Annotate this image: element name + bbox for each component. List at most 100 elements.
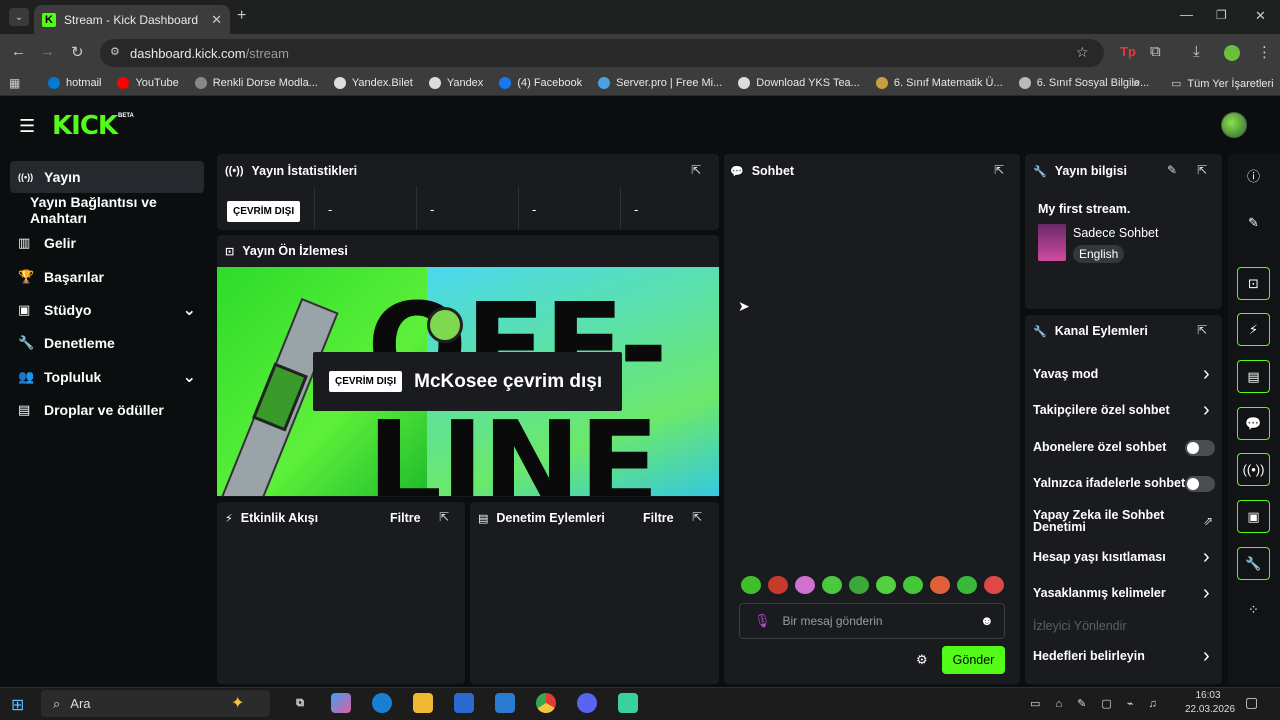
emote-icon[interactable] bbox=[822, 576, 842, 594]
emote-icon[interactable] bbox=[957, 576, 977, 594]
sidebar-item[interactable]: ▣ Stüdyo ⌄ bbox=[10, 294, 204, 326]
microphone-icon[interactable]: 🎙 bbox=[754, 613, 771, 629]
popout-icon[interactable]: ⇱ bbox=[1197, 163, 1207, 177]
task-view-icon[interactable]: ⧉ bbox=[290, 693, 310, 713]
address-bar[interactable]: ⚙ dashboard.kick.com/stream ☆ bbox=[100, 39, 1104, 67]
windows-start-icon[interactable]: ⊞ bbox=[11, 695, 24, 715]
bookmark-item[interactable]: (4) Facebook bbox=[499, 77, 582, 89]
bookmark-item[interactable]: 6. Sınıf Matematik Ü... bbox=[875, 77, 1003, 89]
edge-icon[interactable] bbox=[372, 693, 392, 713]
site-info-icon[interactable]: ⚙ bbox=[110, 45, 120, 58]
user-avatar[interactable] bbox=[1221, 112, 1247, 138]
close-tab-icon[interactable]: ✕ bbox=[211, 12, 222, 28]
bookmark-item[interactable]: Download YKS Tea... bbox=[738, 77, 860, 89]
copilot-icon[interactable] bbox=[331, 693, 351, 713]
emote-icon[interactable] bbox=[741, 576, 761, 594]
emote-icon[interactable] bbox=[903, 576, 923, 594]
more-bookmarks-icon[interactable]: » bbox=[1133, 76, 1140, 90]
sidebar-item[interactable]: ▥ Gelir bbox=[10, 227, 204, 259]
taskbar-clock[interactable]: 16:03 22.03.2026 bbox=[1185, 689, 1235, 717]
sidebar-item[interactable]: Yayın Bağlantısı ve Anahtarı bbox=[10, 194, 210, 226]
info-icon[interactable]: ⓘ bbox=[1237, 159, 1270, 192]
bookmark-item[interactable]: Renkli Dorse Modla... bbox=[194, 77, 318, 89]
bookmark-item[interactable]: Server.pro | Free Mi... bbox=[598, 77, 722, 89]
popout-icon[interactable]: ⇱ bbox=[691, 163, 701, 177]
emote-icon[interactable] bbox=[795, 576, 815, 594]
profile-icon[interactable] bbox=[1224, 45, 1240, 61]
video-toggle-icon[interactable]: ▣ bbox=[1237, 500, 1270, 533]
popout-icon[interactable]: ⇱ bbox=[692, 510, 702, 524]
channel-action-item[interactable]: Yasaklanmış kelimeler › bbox=[1033, 583, 1217, 603]
bookmark-item[interactable]: Yandex.Bilet bbox=[333, 77, 413, 89]
edit-icon[interactable]: ✎ bbox=[1237, 206, 1270, 239]
edit-pencil-icon[interactable]: ✎ bbox=[1167, 163, 1177, 177]
emote-icon[interactable] bbox=[849, 576, 869, 594]
document-toggle-icon[interactable]: ▤ bbox=[1237, 360, 1270, 393]
channel-action-item[interactable]: Abonelere özel sohbet bbox=[1033, 439, 1217, 456]
chat-toggle-icon[interactable]: 💬 bbox=[1237, 407, 1270, 440]
bookmark-item[interactable]: hotmail bbox=[48, 77, 101, 89]
discord-icon[interactable] bbox=[577, 693, 597, 713]
minimize-icon[interactable]: — bbox=[1180, 7, 1193, 22]
bookmark-star-icon[interactable]: ☆ bbox=[1076, 44, 1089, 61]
app-icon[interactable] bbox=[618, 693, 638, 713]
all-bookmarks[interactable]: ▭ Tüm Yer İşaretleri bbox=[1171, 77, 1274, 91]
activity-filter-button[interactable]: Filtre bbox=[390, 511, 421, 525]
chrome-icon[interactable] bbox=[536, 693, 556, 713]
extension-tp-icon[interactable]: Tp bbox=[1120, 44, 1136, 59]
extensions-icon[interactable]: ⧉ bbox=[1150, 43, 1161, 60]
sidebar-item[interactable]: 🏆 Başarılar bbox=[10, 261, 204, 293]
browser-tab[interactable]: K Stream - Kick Dashboard ✕ bbox=[34, 5, 230, 34]
file-explorer-icon[interactable] bbox=[413, 693, 433, 713]
emoji-picker-icon[interactable]: ☻ bbox=[980, 613, 994, 628]
sidebar-item[interactable]: ▤ Droplar ve ödüller bbox=[10, 394, 204, 426]
toggle-switch[interactable] bbox=[1185, 440, 1215, 456]
menu-dots-icon[interactable]: ⋮ bbox=[1257, 43, 1272, 61]
apps-grid-icon[interactable]: ▦ bbox=[9, 76, 20, 90]
emote-icon[interactable] bbox=[768, 576, 788, 594]
broadcast-toggle-icon[interactable]: ((•)) bbox=[1237, 453, 1270, 486]
reload-icon[interactable]: ↻ bbox=[71, 43, 84, 61]
preview-toggle-icon[interactable]: ⊡ bbox=[1237, 267, 1270, 300]
channel-action-item[interactable]: Hedefleri belirleyin › bbox=[1033, 646, 1217, 666]
maximize-icon[interactable]: ❐ bbox=[1216, 8, 1227, 22]
bookmark-item[interactable]: 6. Sınıf Sosyal Bilgile... bbox=[1018, 77, 1149, 89]
download-icon[interactable]: ⤓ bbox=[1193, 43, 1200, 60]
popout-icon[interactable]: ⇱ bbox=[1197, 323, 1207, 337]
chat-message-input[interactable]: 🎙 Bir mesaj gönderin ☻ bbox=[739, 603, 1005, 639]
system-tray-icons[interactable]: ▭ ⌂ ✎ ▢ ⌁ ♫ bbox=[1030, 697, 1163, 710]
channel-action-item[interactable]: Hesap yaşı kısıtlaması › bbox=[1033, 547, 1217, 567]
sidebar-item[interactable]: 🔧 Denetleme bbox=[10, 327, 204, 359]
channel-action-item[interactable]: Yalnızca ifadelerle sohbet bbox=[1033, 475, 1217, 492]
emote-icon[interactable] bbox=[930, 576, 950, 594]
channel-action-item[interactable]: Takipçilere özel sohbet › bbox=[1033, 400, 1217, 420]
wrench-toggle-icon[interactable]: 🔧 bbox=[1237, 547, 1270, 580]
kick-logo[interactable]: KICK bbox=[52, 113, 118, 139]
popout-icon[interactable]: ⇱ bbox=[994, 163, 1004, 177]
sidebar-item[interactable]: ((•)) Yayın bbox=[10, 161, 204, 193]
new-tab-icon[interactable]: + bbox=[237, 7, 246, 25]
channel-action-item[interactable]: Yapay Zeka ile Sohbet Denetimi ⇗ bbox=[1033, 508, 1217, 534]
hamburger-menu-icon[interactable]: ☰ bbox=[19, 117, 35, 135]
moderation-filter-button[interactable]: Filtre bbox=[643, 511, 674, 525]
sidebar-item[interactable]: 👥 Topluluk ⌄ bbox=[10, 361, 204, 393]
emote-icon[interactable] bbox=[984, 576, 1004, 594]
emote-icon[interactable] bbox=[876, 576, 896, 594]
notifications-icon[interactable]: ▢ bbox=[1245, 694, 1258, 711]
back-icon[interactable]: ← bbox=[11, 43, 26, 60]
outlook-icon[interactable] bbox=[495, 693, 515, 713]
popout-icon[interactable]: ⇱ bbox=[439, 510, 449, 524]
bookmark-item[interactable]: YouTube bbox=[117, 77, 179, 89]
forward-icon[interactable]: → bbox=[40, 43, 55, 60]
chat-settings-gear-icon[interactable]: ⚙ bbox=[916, 652, 928, 668]
toggle-switch[interactable] bbox=[1185, 476, 1215, 492]
channel-action-item[interactable]: Yavaş mod › bbox=[1033, 364, 1217, 384]
lightning-toggle-icon[interactable]: ⚡ bbox=[1237, 313, 1270, 346]
store-icon[interactable] bbox=[454, 693, 474, 713]
tab-search-icon[interactable]: ⌄ bbox=[9, 8, 29, 26]
bookmark-item[interactable]: Yandex bbox=[428, 77, 483, 89]
layout-dots-icon[interactable]: ⁘ bbox=[1237, 593, 1270, 626]
taskbar-search[interactable]: ⌕ Ara ✦ bbox=[41, 690, 270, 717]
close-window-icon[interactable]: ✕ bbox=[1255, 8, 1266, 24]
send-button[interactable]: Gönder bbox=[942, 646, 1005, 674]
